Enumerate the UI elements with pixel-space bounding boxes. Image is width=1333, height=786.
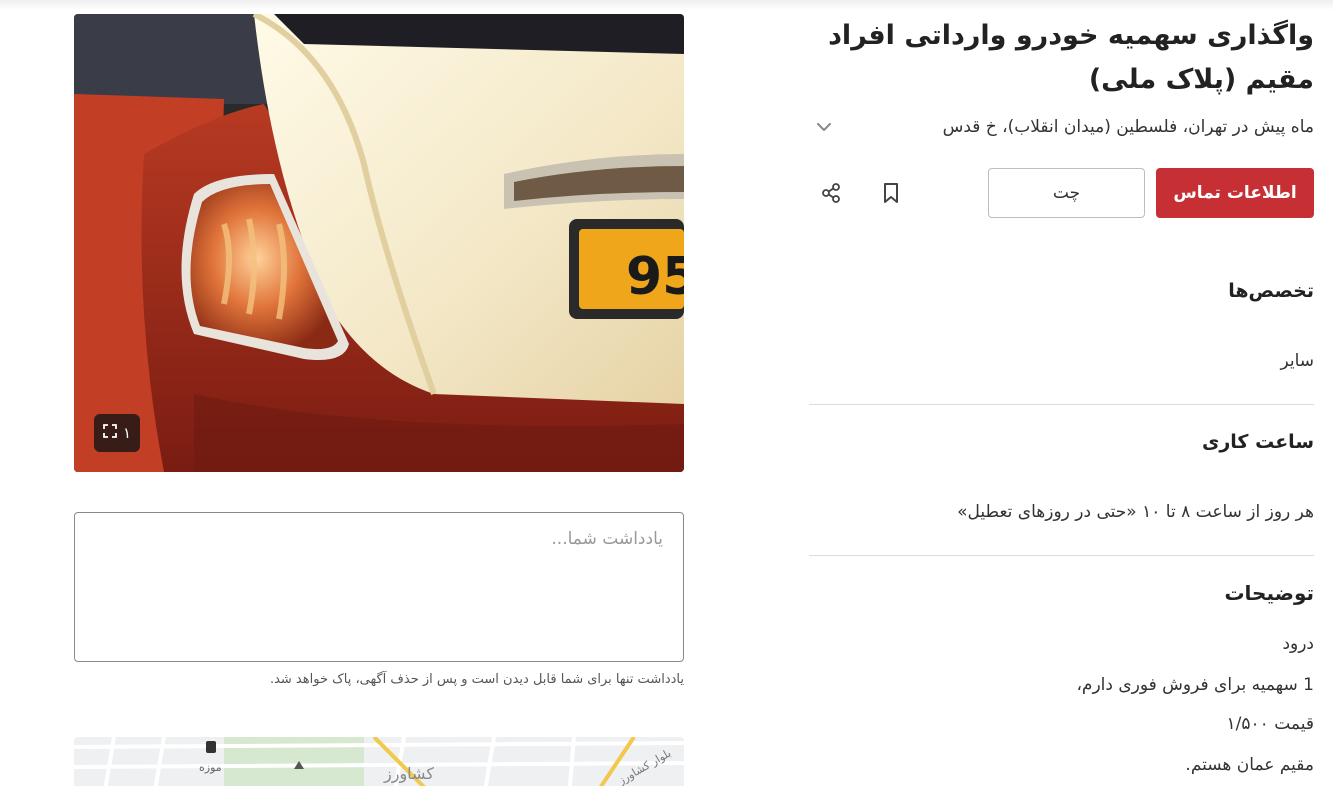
- divider: [809, 555, 1314, 556]
- note-textarea[interactable]: [74, 512, 684, 662]
- map-tiles: کشاورز موزه بلوار کشاورز: [74, 737, 684, 786]
- map-label: کشاورز: [383, 764, 434, 784]
- hours-title: ساعت کاری: [1201, 431, 1314, 453]
- description-title: توضیحات: [1224, 581, 1314, 605]
- description-line: درود: [1282, 634, 1314, 654]
- listing-photo[interactable]: 95 ۱: [74, 14, 684, 472]
- plate-number: 95: [626, 247, 684, 307]
- specialties-title: تخصص‌ها: [1228, 280, 1314, 302]
- note-hint: یادداشت تنها برای شما قابل دیدن است و پس…: [269, 672, 684, 687]
- car-rear-photo: 95: [74, 14, 684, 472]
- map-label: موزه: [199, 761, 222, 774]
- description-line: 1 سهمیه برای فروش فوری دارم،: [1076, 675, 1314, 695]
- hours-value: هر روز از ساعت ۸ تا ۱۰ «حتی در روزهای تع…: [957, 502, 1314, 522]
- photo-count-badge[interactable]: ۱: [94, 414, 140, 452]
- photo-count: ۱: [122, 424, 132, 442]
- description-line: مقیم عمان هستم.: [1185, 755, 1314, 775]
- description-line: قیمت ۱/۵۰۰: [1226, 714, 1314, 734]
- expand-icon: [103, 424, 117, 442]
- listing-sections: تخصص‌ها سایر ساعت کاری هر روز از ساعت ۸ …: [809, 0, 1314, 786]
- divider: [809, 404, 1314, 405]
- location-map[interactable]: کشاورز موزه بلوار کشاورز: [74, 737, 684, 786]
- specialties-value: سایر: [1280, 351, 1314, 371]
